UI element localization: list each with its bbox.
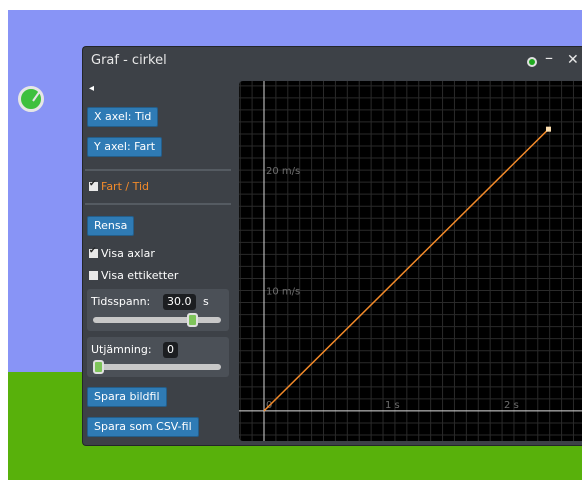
back-arrow-icon[interactable]: ◂ <box>89 83 94 94</box>
save-image-button[interactable]: Spara bildfil <box>87 387 167 407</box>
graph-window: Graf - cirkel – ✕ ◂ X axel: Tid Y axel: … <box>82 46 582 446</box>
timespan-slider[interactable] <box>93 313 221 327</box>
divider <box>85 203 231 205</box>
series-endpoint-marker <box>545 126 551 132</box>
circle-object[interactable] <box>18 86 44 112</box>
y-tick-label: 10 m/s <box>266 286 300 297</box>
y-axis-button[interactable]: Y axel: Fart <box>87 137 163 157</box>
smoothing-panel: Utjämning: 0 <box>87 337 229 377</box>
chart-svg: 01 s2 s10 m/s20 m/s <box>239 81 582 441</box>
checkbox-icon <box>89 246 98 258</box>
x-tick-label: 2 s <box>504 400 519 411</box>
clear-button[interactable]: Rensa <box>87 216 135 236</box>
eye-icon[interactable] <box>527 57 537 67</box>
series-line <box>263 128 550 412</box>
timespan-unit: s <box>203 295 209 308</box>
slider-thumb[interactable] <box>93 360 104 374</box>
series-checkbox-fart-tid[interactable]: Fart / Tid <box>89 179 150 193</box>
show-axes-checkbox[interactable]: Visa axlar <box>89 246 155 260</box>
window-titlebar[interactable]: Graf - cirkel – ✕ <box>83 47 582 75</box>
checkbox-icon <box>89 179 98 191</box>
show-labels-label: Visa ettiketter <box>101 269 179 282</box>
timespan-value-field[interactable]: 30.0 <box>163 294 196 310</box>
show-axes-label: Visa axlar <box>101 247 155 260</box>
x-axis-button[interactable]: X axel: Tid <box>87 107 159 127</box>
checkbox-icon <box>89 271 98 280</box>
smoothing-value-field[interactable]: 0 <box>163 342 178 358</box>
graph-plot-area[interactable]: 01 s2 s 10 m/s 20 m/s <box>239 81 582 441</box>
series-label: Fart / Tid <box>101 180 150 193</box>
minimize-icon[interactable]: – <box>545 50 553 66</box>
timespan-panel: Tidsspann: 30.0 s <box>87 289 229 331</box>
close-icon[interactable]: ✕ <box>567 52 579 68</box>
timespan-label: Tidsspann: <box>91 295 151 308</box>
x-tick-label: 1 s <box>385 400 400 411</box>
show-labels-checkbox[interactable]: Visa ettiketter <box>89 269 178 282</box>
save-csv-button[interactable]: Spara som CSV-fil <box>87 417 199 437</box>
graph-settings-sidebar: ◂ X axel: Tid Y axel: Fart Fart / Tid Re… <box>83 75 235 445</box>
divider <box>85 169 231 171</box>
smoothing-label: Utjämning: <box>91 343 152 356</box>
smoothing-slider[interactable] <box>93 360 221 374</box>
y-tick-label: 20 m/s <box>266 166 300 177</box>
window-title: Graf - cirkel <box>91 53 167 68</box>
slider-thumb[interactable] <box>186 313 198 327</box>
